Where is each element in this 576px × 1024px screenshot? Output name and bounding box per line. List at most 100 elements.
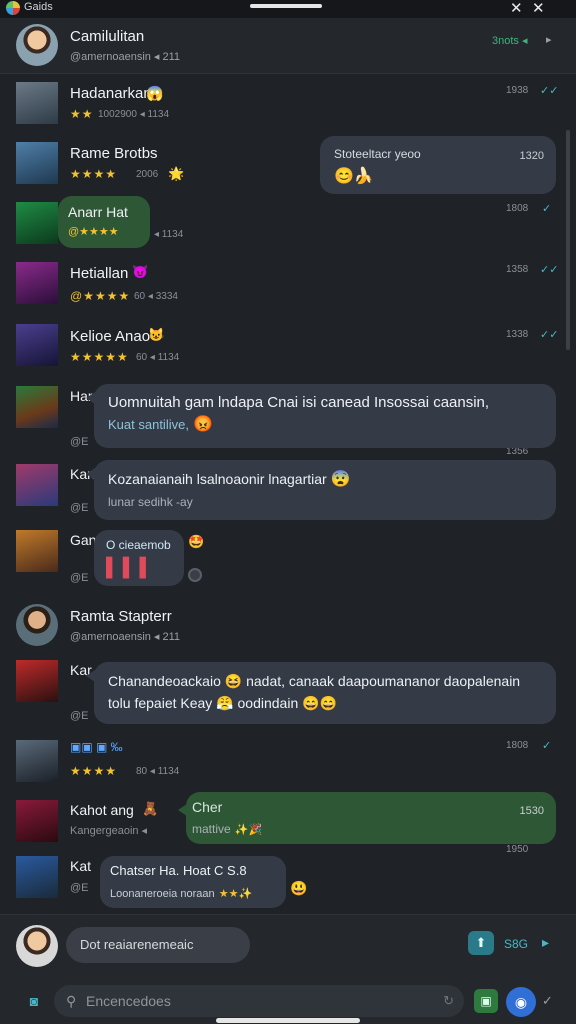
avatar[interactable] [16,24,58,66]
contact-meta: ◂ 1134 [154,229,184,240]
message-bubble[interactable]: Kozanaianaih lsalnoaonir lnagartiar 😨 lu… [94,460,556,520]
message-text: Chatser Ha. Hoat C S.8 [110,863,247,878]
list-item[interactable]: Ramta Stapterr @amernoaensin ◂ 211 [0,600,576,654]
message-emoji: 🤩 [188,534,205,549]
read-check-icon: ✓✓ [540,264,559,276]
avatar [16,660,58,702]
timestamp: 1808 [506,740,529,751]
status-emoji: 😱 [146,85,164,101]
message-text: Chanandeoackaio 😆 nadat, canaak daapouma… [108,673,521,689]
contact-meta: @amernoaensin ◂ 211 [70,631,181,643]
conversation-list: Hadanarkan 😱 ★★ 1002900 ◂ 1134 1938 ✓✓ R… [0,74,576,914]
contact-meta: @E [70,710,89,722]
message-bubble[interactable]: Chatser Ha. Hoat C S.8 Loonaneroeia nora… [100,856,286,908]
contact-name: Kahot ang [70,802,134,818]
message-subtext: mattive [192,822,231,836]
app-icon [6,1,20,15]
upload-icon[interactable]: ⬆ [468,931,494,955]
play-arrow-icon[interactable]: ▸ [546,33,552,46]
timestamp: 1338 [506,329,529,340]
timestamp: 1938 [506,85,529,96]
message-bubble[interactable]: Stoteeltacr yeoo 1320 😊🍌 [320,136,556,194]
status-emoji: 😈 [132,264,149,279]
list-item[interactable]: Hetiallan 😈 @★★★★ 60 ◂ 3334 1358 ✓✓ [0,254,576,316]
contact-meta: Kangergeaoin ◂ [70,825,148,837]
message-text: O cieaemob [106,538,171,552]
contact-name: Hadanarkan [70,85,152,102]
contact-name: Ramta Stapterr [70,608,172,625]
rating-stars: ★★✨ [218,888,253,900]
header-subtitle: @amernoaensin ◂ 211 [70,51,181,63]
refresh-icon[interactable]: ↻ [443,985,454,1017]
message-glyphs: ▌▌▌ [106,557,157,577]
header-status: 3nots ◂ [492,35,528,47]
message-subtext: Loonaneroeia noraan [110,888,215,900]
message-emoji: 😊🍌 [334,168,374,185]
contact-meta: @E [70,436,89,448]
contact-meta: 1002900 ◂ 1134 [98,109,170,120]
status-emoji: 🧸 [142,801,159,816]
message-text: Cher [192,799,223,815]
search-input[interactable]: ⚲ Encencedoes ↻ [54,985,464,1017]
avatar [16,740,58,782]
close-icon[interactable]: ✕ [510,0,523,17]
top-bar: Gaids ✕ ✕ [0,0,576,18]
read-check-icon: ✓ [542,203,552,215]
contact-meta: @E [70,572,89,584]
sticker-icon[interactable]: ▣ [474,989,498,1013]
list-item[interactable]: Kelioe Anao 😺 ★★★★★ 60 ◂ 1134 1338 ✓✓ [0,316,576,378]
avatar[interactable] [16,925,58,967]
rating-stars: ★★★★★ [70,350,129,364]
read-check-icon: ✓✓ [540,85,559,97]
avatar [16,604,58,646]
scrollbar[interactable] [566,130,570,350]
contact-name: Anarr Hat [68,204,128,220]
camera-icon[interactable]: ◙ [22,989,46,1013]
message-emoji: 😨 [330,471,351,488]
read-check-icon: ✓ [542,740,552,752]
avatar [16,202,58,244]
status-emoji: 😺 [148,327,165,342]
message-bubble[interactable]: O cieaemob ▌▌▌ [94,530,184,586]
list-item[interactable]: ▣▣ ▣ ‰ ★★★★ 80 ◂ 1134 1808 ✓ [0,734,576,796]
avatar [16,386,58,428]
list-item[interactable]: Gan @E [0,524,576,600]
chat-header: Camilulitan @amernoaensin ◂ 211 3nots ◂ … [0,18,576,74]
timestamp: 1950 [506,844,529,855]
composer: Dot reaiarenemeaic ⬆ S8G ▸ ◙ ⚲ Encencedo… [0,914,576,1024]
rating-stars: ★★★★ [70,764,118,778]
search-placeholder: Encencedoes [86,993,171,1009]
message-bubble[interactable]: Cher mattive ✨🎉 1530 [186,792,556,844]
send-icon[interactable]: ▸ [542,934,549,951]
rating-stars: @★★★★ [70,289,131,303]
contact-meta: 2006 [136,169,159,180]
draft-message[interactable]: Dot reaiarenemeaic [66,927,250,963]
avatar [16,324,58,366]
message-bubble[interactable]: Uomnuitah gam lndapa Cnai isi canead Ins… [94,384,556,448]
check-icon[interactable]: ✓ [542,993,553,1009]
message-text: Kozanaianaih lsalnoaonir lnagartiar [108,471,327,487]
contact-name: Rame Brotbs [70,145,158,162]
message-emoji: 😡 [193,416,214,433]
reaction-icon[interactable] [188,568,202,582]
message-bubble[interactable]: Chanandeoackaio 😆 nadat, canaak daapouma… [94,662,556,724]
avatar [16,530,58,572]
assistant-icon[interactable]: ◉ [506,987,536,1017]
home-indicator[interactable] [216,1018,360,1023]
list-item[interactable]: Anarr Hat @★★★★ ◂ 1134 1808 ✓ [0,194,576,254]
message-emoji: ✨🎉 [234,824,263,836]
close-icon[interactable]: ✕ [532,0,545,17]
status-emoji: 🌟 [168,166,185,181]
avatar [16,800,58,842]
drag-handle[interactable] [250,4,322,8]
message-subtext: tolu fepaiet Keay 😤 oodindain 😄😄 [108,695,337,711]
list-item[interactable]: Kat @E 1950 [0,844,576,914]
contact-meta: @E [70,882,89,894]
list-item[interactable]: Hadanarkan 😱 ★★ 1002900 ◂ 1134 1938 ✓✓ [0,74,576,134]
contact-meta: 80 ◂ 1134 [136,766,180,777]
message-bubble[interactable]: Anarr Hat @★★★★ [58,196,150,248]
message-time: 1530 [519,805,544,817]
contact-name: ▣▣ ▣ ‰ [70,740,123,754]
rating-stars: ★★★★ [70,167,118,181]
send-count: S8G [504,937,529,951]
